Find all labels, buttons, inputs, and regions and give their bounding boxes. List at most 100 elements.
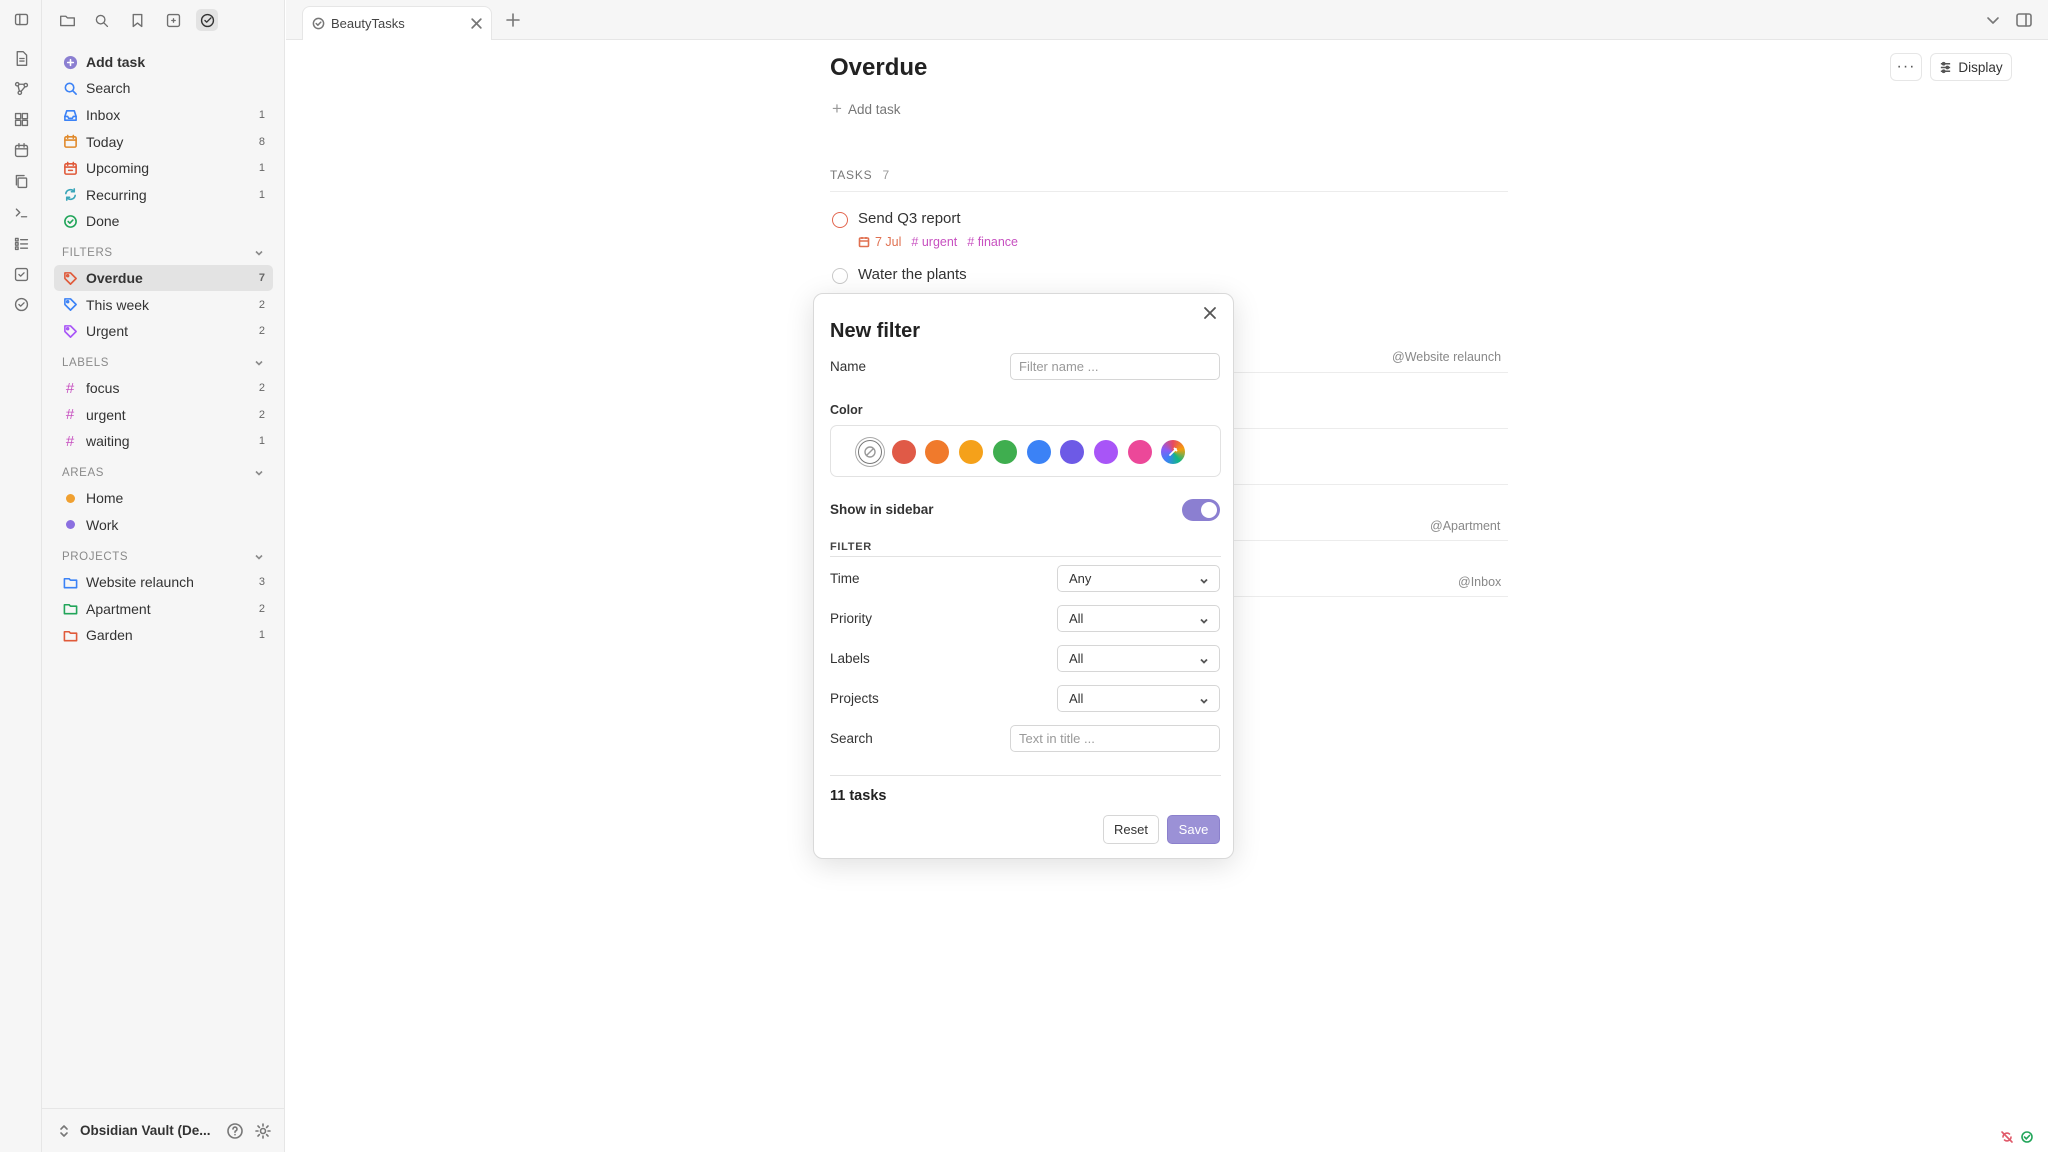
add-task-label: Add task: [847, 101, 901, 117]
sync-off-icon[interactable]: [2000, 1130, 2014, 1144]
task-item[interactable]: Water the plants: [830, 264, 1508, 294]
task-project-ref[interactable]: @Inbox: [1458, 575, 1501, 589]
help-icon[interactable]: [226, 1122, 244, 1140]
sidebar-item-focus[interactable]: # focus 2: [54, 375, 273, 401]
more-options-button[interactable]: ···: [1890, 53, 1922, 81]
tab-list-chevron-icon[interactable]: [1984, 11, 2002, 29]
color-swatch[interactable]: [1026, 440, 1051, 464]
settings-icon[interactable]: [254, 1122, 272, 1140]
sidebar-item-upcoming[interactable]: Upcoming 1: [54, 155, 273, 181]
show-in-sidebar-label: Show in sidebar: [830, 502, 934, 517]
color-swatch-none[interactable]: [858, 440, 882, 464]
filters-section-header[interactable]: FILTERS: [62, 243, 273, 263]
add-task-button[interactable]: + Add task: [832, 99, 900, 119]
color-swatch[interactable]: [1093, 440, 1118, 464]
sliders-icon: [1941, 61, 1951, 73]
file-icon[interactable]: [11, 48, 31, 68]
copy-icon[interactable]: [11, 171, 31, 191]
sidebar-item-apartment[interactable]: Apartment 2: [54, 596, 273, 622]
vault-switcher[interactable]: Obsidian Vault (De...: [42, 1108, 285, 1152]
sidebar-item-label: waiting: [86, 433, 130, 449]
sidebar-item-inbox[interactable]: Inbox 1: [54, 102, 273, 128]
sidebar-search[interactable]: Search: [54, 75, 273, 101]
reset-button[interactable]: Reset: [1103, 815, 1159, 844]
color-swatch[interactable]: [891, 440, 916, 464]
color-swatch[interactable]: [1060, 440, 1085, 464]
projects-section-header[interactable]: PROJECTS: [62, 547, 273, 567]
sidebar-item-label: Urgent: [86, 323, 129, 339]
list-icon[interactable]: [11, 233, 31, 253]
task-checkbox[interactable]: [832, 268, 848, 284]
search-icon: [62, 80, 78, 96]
beautytasks-icon[interactable]: [196, 9, 218, 31]
task-project-ref[interactable]: @Apartment: [1430, 519, 1500, 533]
sidebar-item-urgent[interactable]: # urgent 2: [54, 402, 273, 428]
hash-icon: #: [65, 432, 75, 450]
sidebar-item-home[interactable]: Home: [54, 485, 273, 511]
sidebar-item-recurring[interactable]: Recurring 1: [54, 182, 273, 208]
graph-icon[interactable]: [11, 78, 31, 98]
checkbox-icon[interactable]: [11, 264, 31, 284]
sidebar-item-done[interactable]: Done: [54, 208, 273, 234]
search-icon[interactable]: [90, 9, 112, 31]
save-button[interactable]: Save: [1167, 815, 1220, 844]
labels-select[interactable]: All: [1057, 645, 1220, 672]
sidebar-item-count: 1: [258, 435, 265, 447]
show-in-sidebar-toggle[interactable]: [1182, 499, 1220, 521]
dashboard-icon[interactable]: [11, 109, 31, 129]
close-tab-icon[interactable]: [470, 17, 482, 29]
sidebar-item-this-week[interactable]: This week 2: [54, 292, 273, 318]
chevron-down-icon: [1199, 614, 1209, 624]
task-label-tag[interactable]: # finance: [967, 235, 1018, 249]
new-tab-icon[interactable]: [504, 11, 522, 29]
priority-select[interactable]: All: [1057, 605, 1220, 632]
projects-label: Projects: [830, 691, 879, 706]
tasks-view-icon[interactable]: [162, 9, 184, 31]
task-label-tag[interactable]: # urgent: [911, 235, 957, 249]
task-item[interactable]: Send Q3 report 7 Jul # urgent # finance: [830, 208, 1508, 264]
sidebar-item-work[interactable]: Work: [54, 512, 273, 538]
color-swatch[interactable]: [925, 440, 950, 464]
search-title-input[interactable]: [1010, 725, 1220, 752]
sidebar-item-website-relaunch[interactable]: Website relaunch 3: [54, 569, 273, 595]
task-project-ref[interactable]: @Website relaunch: [1392, 350, 1501, 364]
tasks-section-header: TASKS 7: [830, 168, 1508, 192]
circle-check-icon[interactable]: [11, 294, 31, 314]
time-select[interactable]: Any: [1057, 565, 1220, 592]
color-swatch[interactable]: [959, 440, 984, 464]
sidebar-item-label: Apartment: [86, 600, 151, 617]
terminal-icon[interactable]: [11, 202, 31, 222]
sidebar-item-today[interactable]: Today 8: [54, 129, 273, 155]
new-filter-modal: New filter Name Color Show in sidebar FI…: [813, 293, 1234, 859]
folder-icon: [62, 627, 78, 643]
tab-beautytasks[interactable]: BeautyTasks: [302, 6, 492, 40]
task-checkbox[interactable]: [832, 212, 848, 228]
color-swatch[interactable]: [992, 440, 1017, 464]
color-swatch-custom[interactable]: [1161, 440, 1186, 464]
sidebar-item-urgent[interactable]: Urgent 2: [54, 318, 273, 344]
plus-icon: +: [832, 99, 842, 118]
labels-section-header[interactable]: LABELS: [62, 353, 273, 373]
sidebar-item-label: This week: [86, 296, 150, 313]
close-icon[interactable]: [1203, 306, 1219, 322]
sidebar-toggle-icon[interactable]: [11, 9, 31, 29]
display-button[interactable]: Display: [1930, 53, 2012, 81]
projects-select[interactable]: All: [1057, 685, 1220, 712]
sidebar-item-overdue[interactable]: Overdue 7: [54, 265, 273, 291]
filter-name-input[interactable]: [1010, 353, 1220, 380]
folder-icon[interactable]: [56, 9, 78, 31]
right-sidebar-toggle-icon[interactable]: [2015, 11, 2033, 29]
sidebar-add-task[interactable]: Add task: [54, 49, 273, 75]
areas-section-header[interactable]: AREAS: [62, 463, 273, 483]
chevron-down-icon: [253, 357, 265, 369]
task-date-text: 7 Jul: [875, 235, 902, 249]
bookmark-icon[interactable]: [126, 9, 148, 31]
sidebar-item-waiting[interactable]: # waiting 1: [54, 428, 273, 454]
sidebar-add-task-label: Add task: [86, 54, 146, 70]
color-swatch[interactable]: [1127, 440, 1152, 464]
priority-label: Priority: [830, 611, 873, 626]
time-select-value: Any: [1069, 571, 1092, 586]
sidebar-item-garden[interactable]: Garden 1: [54, 622, 273, 648]
calendar-icon[interactable]: [11, 140, 31, 160]
sync-ok-icon[interactable]: [2020, 1130, 2034, 1144]
